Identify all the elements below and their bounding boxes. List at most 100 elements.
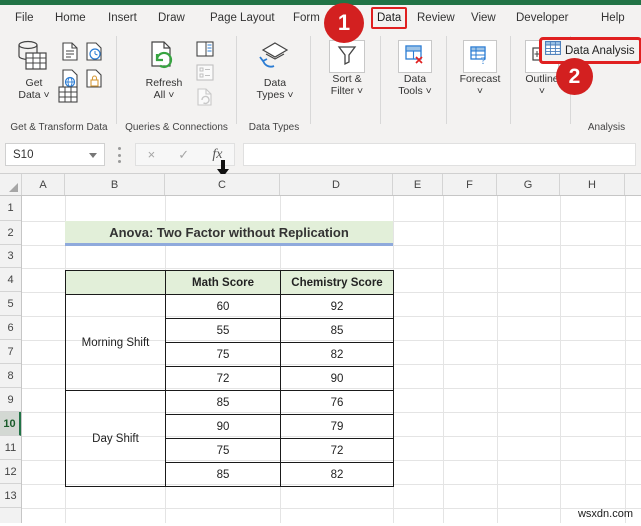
ribbon-group-sort-filter: Sort & Filter ˅ — [312, 32, 380, 136]
data-types-button[interactable]: Data Types ˅ — [247, 40, 303, 101]
tab-view[interactable]: View — [468, 9, 499, 27]
group-divider-4 — [380, 36, 381, 124]
chevron-down-icon[interactable] — [89, 153, 97, 158]
cell-math-d1[interactable]: 85 — [165, 390, 281, 415]
group-divider-5 — [446, 36, 447, 124]
row-header-12[interactable]: 12 — [0, 460, 21, 484]
data-tools-icon — [398, 40, 432, 73]
ribbon-group-get-transform-data: Get Data ˅ Get & Transform Data — [0, 32, 118, 136]
data-tools-button[interactable]: Data Tools ˅ — [387, 40, 443, 97]
cell-math-d3[interactable]: 75 — [165, 438, 281, 463]
tab-review[interactable]: Review — [414, 9, 458, 27]
formula-bar-grip[interactable] — [118, 147, 121, 163]
cell-math-d2[interactable]: 90 — [165, 414, 281, 439]
group-divider-3 — [310, 36, 311, 124]
sort-filter-icon — [329, 40, 365, 73]
ribbon-group-data-tools: Data Tools ˅ — [382, 32, 446, 136]
sort-filter-caption-1: Sort & — [332, 73, 362, 85]
cell-chemistry-d2[interactable]: 79 — [280, 414, 394, 439]
column-header-d[interactable]: D — [280, 174, 393, 195]
column-header-e[interactable]: E — [393, 174, 443, 195]
cancel-icon[interactable]: × — [148, 147, 156, 162]
row-header-2[interactable]: 2 — [0, 221, 21, 245]
row-header-13[interactable]: 13 — [0, 484, 21, 508]
get-data-caption-2: Data ˅ — [18, 89, 50, 101]
ribbon: File Home Insert Draw Page Layout Form D… — [0, 5, 641, 136]
cell-math-d4[interactable]: 85 — [165, 462, 281, 487]
group-divider-2 — [236, 36, 237, 124]
column-header-b[interactable]: B — [65, 174, 165, 195]
ribbon-tab-bar: File Home Insert Draw Page Layout Form D… — [0, 5, 641, 32]
cell-chemistry-m1[interactable]: 92 — [280, 294, 394, 319]
column-header-h[interactable]: H — [560, 174, 625, 195]
edit-links-icon[interactable] — [196, 88, 214, 111]
sheet-title-cell[interactable]: Anova: Two Factor without Replication — [65, 221, 393, 246]
column-header-f[interactable]: F — [443, 174, 497, 195]
from-database-icon[interactable] — [86, 69, 103, 93]
ribbon-body: Get Data ˅ Get & Transform Data Refresh … — [0, 32, 641, 136]
tab-data[interactable]: Data — [371, 7, 408, 29]
row-header-4[interactable]: 4 — [0, 268, 21, 292]
forecast-caption-2: ˅ — [476, 85, 484, 97]
tab-developer[interactable]: Developer — [513, 9, 571, 27]
cell-chemistry-d3[interactable]: 72 — [280, 438, 394, 463]
tab-help[interactable]: Help — [598, 9, 628, 27]
cell-chemistry-d4[interactable]: 82 — [280, 462, 394, 487]
row-header-1[interactable]: 1 — [0, 196, 21, 221]
tab-home[interactable]: Home — [52, 9, 89, 27]
cell-chemistry-m2[interactable]: 85 — [280, 318, 394, 343]
name-box[interactable]: S10 — [5, 143, 105, 166]
table-header-math: Math Score — [165, 270, 281, 295]
from-text-icon[interactable] — [62, 42, 78, 66]
row-header-9[interactable]: 9 — [0, 388, 21, 412]
column-header-row: A B C D E F G H — [0, 174, 641, 196]
forecast-button[interactable]: ? Forecast ˅ — [452, 40, 508, 97]
table-row: Day Shift 85 76 — [65, 390, 394, 487]
cell-math-m4[interactable]: 72 — [165, 366, 281, 391]
from-web-recent-icon[interactable] — [86, 42, 103, 66]
properties-icon[interactable] — [196, 64, 214, 86]
row-header-7[interactable]: 7 — [0, 340, 21, 364]
select-all-corner[interactable] — [0, 174, 22, 195]
cell-math-m2[interactable]: 55 — [165, 318, 281, 343]
refresh-all-button[interactable]: Refresh All ˅ — [136, 40, 192, 101]
column-header-c[interactable]: C — [165, 174, 280, 195]
group-divider-1 — [116, 36, 117, 124]
group-label-day-shift: Day Shift — [65, 390, 166, 487]
row-header-column: 1 2 3 4 5 6 7 8 9 10 11 12 13 — [0, 196, 22, 526]
tab-draw[interactable]: Draw — [155, 9, 188, 27]
queries-pane-icon[interactable] — [196, 41, 214, 62]
cell-math-m1[interactable]: 60 — [165, 294, 281, 319]
cell-chemistry-d1[interactable]: 76 — [280, 390, 394, 415]
column-header-g[interactable]: G — [497, 174, 560, 195]
from-table-range-icon[interactable] — [58, 86, 78, 108]
sort-filter-caption-2: Filter ˅ — [330, 85, 364, 97]
formula-input[interactable] — [243, 143, 636, 166]
data-tools-caption-2: Tools ˅ — [398, 85, 432, 97]
row-header-10[interactable]: 10 — [0, 412, 21, 436]
refresh-all-caption-2: All ˅ — [153, 89, 175, 101]
ribbon-group-queries-connections: Refresh All ˅ Queries & Connections — [118, 32, 235, 136]
row-header-5[interactable]: 5 — [0, 292, 21, 316]
cell-chemistry-m3[interactable]: 82 — [280, 342, 394, 367]
group-label-morning-shift: Morning Shift — [65, 294, 166, 391]
table-header-blank — [65, 270, 166, 295]
sort-filter-button[interactable]: Sort & Filter ˅ — [319, 40, 375, 97]
group-label-queries-connections: Queries & Connections — [125, 122, 228, 133]
cell-chemistry-m4[interactable]: 90 — [280, 366, 394, 391]
get-data-button[interactable]: Get Data ˅ — [6, 40, 62, 101]
column-header-a[interactable]: A — [22, 174, 65, 195]
group-label-get-transform-data: Get & Transform Data — [10, 122, 108, 133]
tab-insert[interactable]: Insert — [105, 9, 140, 27]
row-header-6[interactable]: 6 — [0, 316, 21, 340]
confirm-icon[interactable]: ✓ — [178, 147, 189, 163]
tab-file[interactable]: File — [12, 9, 37, 27]
cell-math-m3[interactable]: 75 — [165, 342, 281, 367]
row-header-11[interactable]: 11 — [0, 436, 21, 460]
forecast-icon: ? — [463, 40, 497, 73]
tab-formulas[interactable]: Form — [290, 9, 323, 27]
row-header-3[interactable]: 3 — [0, 245, 21, 268]
data-analysis-button[interactable]: Data Analysis — [539, 37, 641, 64]
row-header-8[interactable]: 8 — [0, 364, 21, 388]
tab-page-layout[interactable]: Page Layout — [207, 9, 278, 27]
